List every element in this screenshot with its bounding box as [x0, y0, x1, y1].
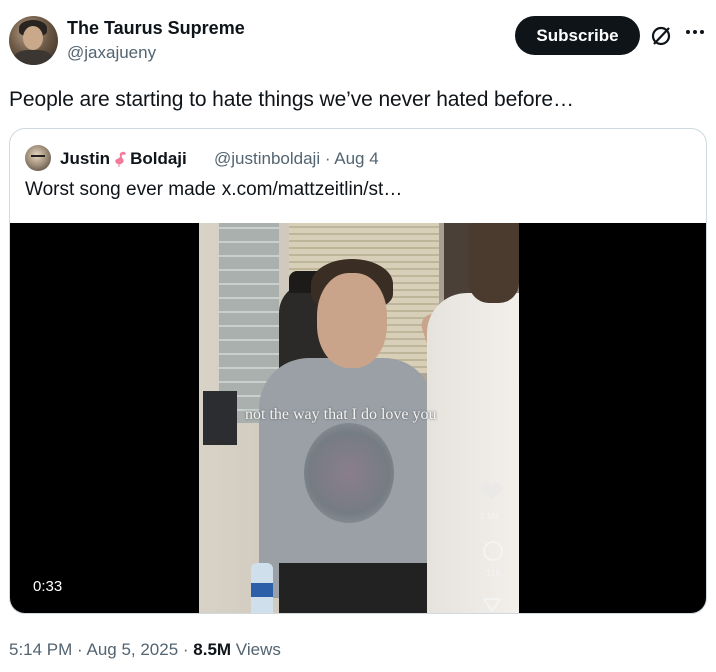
quote-name-last: Boldaji — [130, 149, 187, 168]
video-duration: 0:33 — [25, 575, 71, 599]
author-display-name[interactable]: The Taurus Supreme — [67, 18, 245, 39]
scene-beard — [469, 223, 519, 303]
comment-count: 11K — [486, 568, 502, 578]
tweet-meta: 5:14 PM · Aug 5, 2025 · 8.5M Views — [9, 640, 281, 660]
video-player[interactable]: not the way that I do love you 2.1M 11K … — [10, 223, 706, 613]
subscribe-button[interactable]: Subscribe — [515, 16, 640, 55]
quote-name-first: Justin — [60, 149, 111, 168]
scene-monitor — [203, 391, 237, 445]
video-caption: not the way that I do love you — [245, 406, 437, 423]
video-frame: not the way that I do love you 2.1M 11K — [199, 223, 519, 613]
grok-icon[interactable] — [650, 25, 672, 47]
scene-bottle-label — [251, 583, 273, 597]
quote-author-avatar[interactable] — [25, 145, 51, 171]
more-icon[interactable] — [684, 26, 706, 38]
scene-pants — [279, 563, 429, 613]
avatar-face — [23, 26, 43, 50]
scene-shirt-print — [304, 423, 394, 523]
author-handle[interactable]: @jaxajueny — [67, 43, 156, 63]
heart-icon — [482, 482, 502, 500]
quote-tweet-card[interactable]: Justin Boldaji @justinboldaji · Aug 4 Wo… — [9, 128, 707, 614]
views-label: Views — [231, 640, 281, 659]
quote-handle-date[interactable]: @justinboldaji · Aug 4 — [214, 149, 379, 169]
tweet-text: People are starting to hate things we’ve… — [9, 88, 574, 111]
quote-body: Worst song ever made — [25, 179, 216, 200]
scene-foreground-person — [427, 293, 519, 613]
avatar-glasses — [31, 155, 45, 159]
avatar-body — [13, 50, 53, 65]
like-count: 2.1M — [479, 511, 500, 521]
quote-text: Worst song ever made x.com/mattzeitlin/st… — [25, 179, 402, 201]
comment-icon — [483, 541, 503, 561]
timestamp[interactable]: 5:14 PM · Aug 5, 2025 · — [9, 640, 193, 659]
quote-author-name[interactable]: Justin Boldaji — [60, 149, 187, 169]
author-avatar[interactable] — [9, 16, 58, 65]
quote-link[interactable]: x.com/mattzeitlin/st… — [222, 179, 403, 200]
views-count: 8.5M — [193, 640, 232, 659]
share-icon — [483, 598, 501, 612]
scene-face — [317, 273, 387, 368]
flamingo-icon — [115, 151, 127, 167]
